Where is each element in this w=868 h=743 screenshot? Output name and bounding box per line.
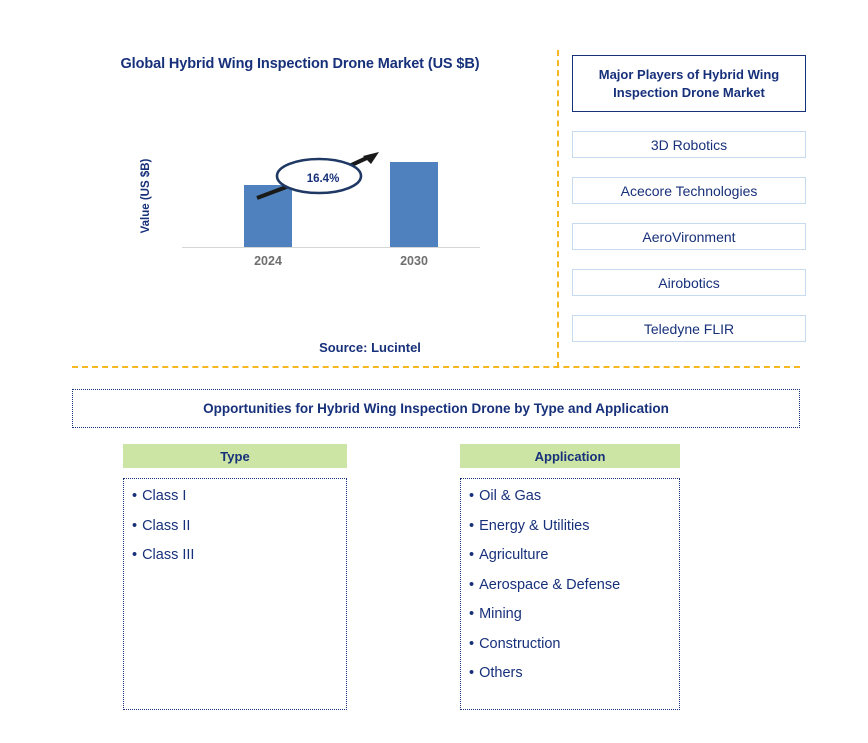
list-item-label: Class III xyxy=(142,547,195,563)
chart-title: Global Hybrid Wing Inspection Drone Mark… xyxy=(120,56,480,72)
player-item: Acecore Technologies xyxy=(572,177,806,204)
application-column-body: • Oil & Gas • Energy & Utilities • Agricult… xyxy=(460,478,680,710)
list-item-label: Energy & Utilities xyxy=(479,517,590,534)
bullet-icon: • xyxy=(469,488,475,504)
list-item: • Aerospace & Defense xyxy=(469,576,679,593)
major-players-header: Major Players of Hybrid Wing Inspection … xyxy=(572,55,806,112)
list-item: • Mining xyxy=(469,607,679,622)
list-item-label: Others xyxy=(479,665,523,681)
bullet-icon: • xyxy=(469,606,475,622)
vertical-divider xyxy=(557,50,559,368)
application-column: Application • Oil & Gas • Energy & Utiliti… xyxy=(460,444,680,710)
list-item-label: Oil & Gas xyxy=(479,488,542,504)
list-item: • Class I xyxy=(132,489,346,504)
x-axis-line xyxy=(182,247,480,248)
bullet-icon: • xyxy=(469,576,475,593)
player-item: AeroVironment xyxy=(572,223,806,250)
player-item: Airobotics xyxy=(572,269,806,296)
horizontal-divider xyxy=(72,366,800,368)
list-item: • Class III xyxy=(132,548,346,563)
cagr-arrow-ellipse-icon xyxy=(256,152,379,200)
list-item: • Others xyxy=(469,666,679,681)
list-item: • Energy & Utilities xyxy=(469,517,679,534)
bar-2030 xyxy=(390,162,438,247)
list-item-label: Construction xyxy=(479,635,561,652)
source-label: Source: Lucintel xyxy=(319,340,421,355)
list-item-label: Class II xyxy=(142,517,191,534)
player-label: Acecore Technologies xyxy=(620,182,758,199)
bullet-icon: • xyxy=(469,665,475,681)
player-label: Teledyne FLIR xyxy=(643,320,735,337)
cagr-callout: 16.4% xyxy=(253,148,383,208)
type-column: Type • Class I • Class II • Class III xyxy=(123,444,347,710)
player-item: Teledyne FLIR xyxy=(572,315,806,342)
x-tick-label-2024: 2024 xyxy=(254,254,282,268)
y-axis-label: Value (US $B) xyxy=(140,158,152,234)
x-tick-label-2030: 2030 xyxy=(400,254,428,268)
list-item-label: Agriculture xyxy=(479,547,549,563)
bullet-icon: • xyxy=(132,547,138,563)
bullet-icon: • xyxy=(469,547,475,563)
type-column-header: Type xyxy=(123,444,347,468)
major-players-panel: Major Players of Hybrid Wing Inspection … xyxy=(572,55,806,342)
player-label: Airobotics xyxy=(658,274,720,291)
bullet-icon: • xyxy=(132,488,138,504)
player-label: 3D Robotics xyxy=(650,136,728,153)
list-item: • Construction xyxy=(469,635,679,652)
infographic-canvas: Global Hybrid Wing Inspection Drone Mark… xyxy=(0,0,868,743)
type-column-body: • Class I • Class II • Class III xyxy=(123,478,347,710)
list-item: • Agriculture xyxy=(469,548,679,563)
opportunities-title-box: Opportunities for Hybrid Wing Inspection… xyxy=(72,389,800,428)
bullet-icon: • xyxy=(469,517,475,534)
list-item-label: Mining xyxy=(479,606,522,622)
list-item-label: Class I xyxy=(142,488,187,504)
list-item-label: Aerospace & Defense xyxy=(479,576,621,593)
list-item: • Oil & Gas xyxy=(469,489,679,504)
player-item: 3D Robotics xyxy=(572,131,806,158)
bullet-icon: • xyxy=(469,635,475,652)
application-column-header: Application xyxy=(460,444,680,468)
bullet-icon: • xyxy=(132,517,138,534)
player-label: AeroVironment xyxy=(642,228,736,245)
list-item: • Class II xyxy=(132,517,346,534)
